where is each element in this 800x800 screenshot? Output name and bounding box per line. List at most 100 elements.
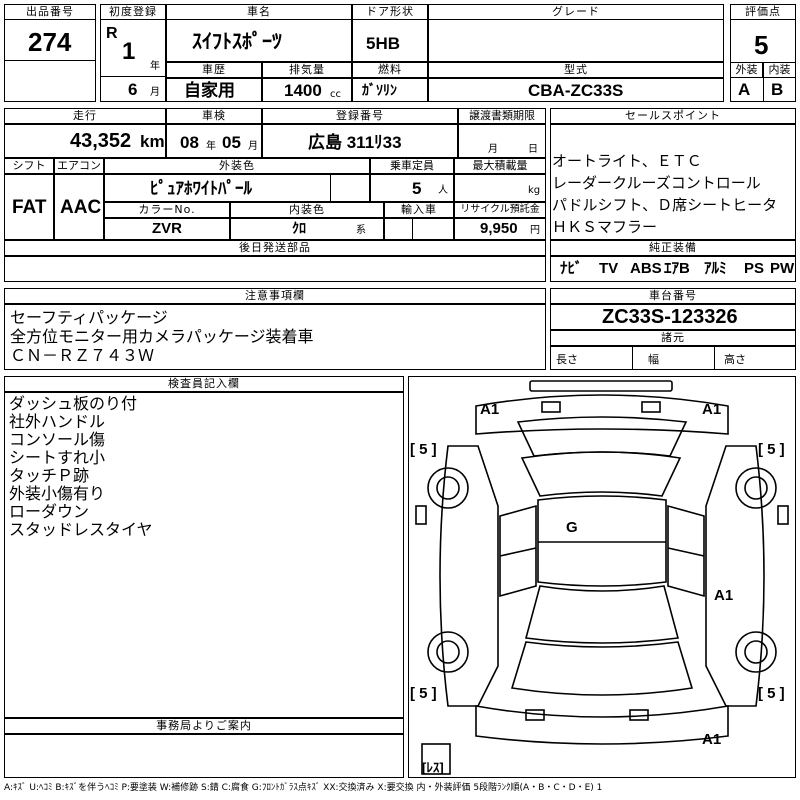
model-label: 型式 [428,62,724,78]
diagram-left-door [499,504,537,598]
transfer-day-unit: 日 [528,144,538,155]
capacity-unit: 人 [438,185,448,196]
inspector-line-5: タッチＰ跡 [9,466,90,485]
equipment-tv: TV [599,260,619,277]
specs-label: 諸元 [550,330,796,346]
inspection-month: 05 [222,133,241,152]
specs-box [550,346,796,370]
shift-label: シフト [4,158,54,174]
equipment-airbag: ｴｱB [664,260,690,277]
diagram-windshield [520,451,682,497]
first-reg-year: 1 [122,38,136,65]
first-reg-divider [100,76,166,77]
diagram-tire-rl [427,631,469,673]
car-name-value: ｽｲﾌﾄｽﾎﾟｰﾂ [192,31,282,53]
diagram-right-body [705,445,765,707]
chassis-label: 車台番号 [550,288,796,304]
score-label: 評価点 [730,4,796,20]
int-color-label: 内装色 [230,202,384,218]
sales-points-label: セールスポイント [550,108,796,124]
first-reg-month: 6 [128,80,138,99]
diagram-tire-fl-in [436,476,460,500]
displacement-label: 排気量 [262,62,352,78]
diagram-tire-fr [735,467,777,509]
specs-divider-2 [714,346,715,370]
diagram-rear-bumper [475,705,729,745]
ext-color-label: 外装色 [104,158,370,174]
notes-line-2: 全方位モニター用カメラパッケージ装着車 [10,327,314,346]
equipment-alloy: ｱﾙﾐ [704,260,727,277]
diagram-tire-rr-in [744,640,768,664]
equipment-pw: PW [770,260,795,277]
notes-label: 注意事項欄 [4,288,546,304]
history-value: 自家用 [184,81,235,100]
inspector-line-7: ローダウン [9,502,90,521]
specs-height: 高さ [724,353,746,366]
diagram-roof [537,495,667,587]
notes-line-1: セーフティパッケージ [10,308,168,327]
ext-score-value: A [738,80,751,99]
fuel-value: ｶﾞｿﾘﾝ [362,82,397,98]
lot-divider [4,60,96,61]
sales-point-3: パドルシフト、Ｄ席シートヒータ [552,196,778,214]
mark-tire-fl: [ 5 ] [410,441,437,458]
diagram-right-door [667,504,705,598]
int-score-label: 内装 [763,62,796,78]
recycle-value: 9,950 [480,220,518,237]
displacement-unit: cc [330,89,341,100]
first-reg-label: 初度登録 [100,4,166,20]
diagram-left-body [439,445,499,707]
sales-point-1: オートライト、ＥＴＣ [552,152,702,170]
aircon-label: エアコン [54,158,104,174]
lot-number: 274 [28,27,72,57]
sales-point-2: レーダークルーズコントロール [552,174,761,192]
inspector-line-6: 外装小傷有り [9,484,106,503]
transfer-month-unit: 月 [488,144,498,155]
aircon-value: AAC [60,197,102,218]
diagram-hood [516,416,688,457]
int-color-suffix: 系 [356,225,366,236]
later-parts-label: 後日発送部品 [4,240,546,256]
int-color-value: ｸﾛ [292,220,306,236]
equipment-ps: PS [744,260,765,277]
ext-score-label: 外装 [730,62,763,78]
diagram-roof-strip [529,380,673,392]
door-label: ドア形状 [352,4,428,20]
grade-label: グレード [428,4,724,20]
history-label: 車歴 [166,62,262,78]
color-no-value: ZVR [152,220,182,237]
lot-label: 出品番号 [4,4,96,20]
ext-color-value: ﾋﾟｭｱﾎﾜｲﾄﾊﾟｰﾙ [150,179,252,198]
inspector-line-2: 社外ハンドル [9,412,106,431]
color-no-label: カラーNo. [104,202,230,218]
legend: A:ｷｽﾞ U:ﾍｺﾐ B:ｷｽﾞを伴うﾍｺﾐ P:要塗装 W:補修跡 S:錆 … [4,783,603,793]
mark-rear-right: A1 [714,587,733,604]
import-label: 輸入車 [384,202,454,218]
office-box [4,734,404,778]
mark-tire-rl: [ 5 ] [410,685,437,702]
first-reg-month-unit: 月 [150,87,160,98]
plate-value: 広島 311ﾘ33 [308,133,402,152]
door-value: 5HB [366,34,401,53]
capacity-value: 5 [412,179,422,198]
displacement-value: 1400 [284,81,322,100]
inspection-year-unit: 年 [206,141,216,152]
plate-label: 登録番号 [262,108,458,124]
recycle-unit: 円 [530,225,540,236]
mark-rear-bumper: A1 [702,731,721,748]
notes-line-3: ＣＮ－ＲＺ７４３Ｗ [10,346,155,365]
mark-tire-rr: [ 5 ] [758,685,785,702]
first-reg-year-unit: 年 [150,61,160,72]
inspector-line-8: スタッドレスタイヤ [9,520,153,539]
specs-length: 長さ [556,353,578,366]
recycle-label: リサイクル預託金 [454,202,546,218]
inspection-label: 車検 [166,108,262,124]
inspection-month-unit: 月 [248,141,258,152]
diagram-trunk [510,641,694,696]
mark-front-left: A1 [480,401,499,418]
diagram-front-plate-r [641,401,661,413]
diagram-tire-fr-in [744,476,768,500]
mileage-label: 走行 [4,108,166,124]
model-value: CBA-ZC33S [528,81,624,100]
mileage-unit: km [140,132,165,151]
